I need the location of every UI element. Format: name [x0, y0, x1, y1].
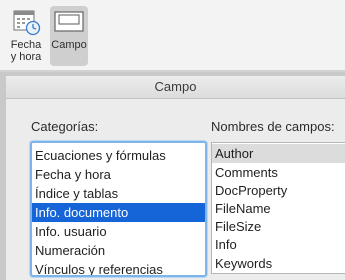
field-button-label: Campo [51, 39, 87, 51]
category-item[interactable]: Fecha y hora [32, 165, 205, 184]
field-name-item[interactable]: Info [212, 235, 345, 254]
date-time-label: Fecha y hora [10, 39, 42, 63]
field-icon [54, 11, 84, 32]
category-item[interactable]: Vínculos y referencias [32, 260, 205, 275]
field-names-heading: Nombres de campos: [211, 119, 335, 134]
field-name-item[interactable]: Keywords [212, 254, 345, 273]
field-name-item[interactable]: DocProperty [212, 181, 345, 200]
category-item[interactable]: Info. usuario [32, 222, 205, 241]
calendar-clock-icon [13, 10, 41, 36]
category-item-selected[interactable]: Info. documento [32, 203, 205, 222]
field-name-item[interactable]: Comments [212, 163, 345, 182]
field-button[interactable]: Campo [50, 6, 88, 66]
date-time-button[interactable]: Fecha y hora [6, 6, 46, 66]
field-names-list[interactable]: Author Comments DocProperty FileName Fil… [211, 142, 345, 274]
categories-list[interactable]: Ecuaciones y fórmulas Fecha y hora Índic… [30, 141, 207, 277]
field-name-item-selected[interactable]: Author [212, 144, 345, 163]
field-name-item[interactable]: FileSize [212, 217, 345, 236]
dialog-title: Campo [6, 76, 345, 99]
categories-heading: Categorías: [31, 119, 99, 134]
field-name-item[interactable]: FileName [212, 199, 345, 218]
category-item[interactable]: Índice y tablas [32, 184, 205, 203]
ribbon: Fecha y hora Campo [0, 0, 345, 70]
category-item[interactable]: Numeración [32, 241, 205, 260]
category-item[interactable]: Ecuaciones y fórmulas [32, 146, 205, 165]
